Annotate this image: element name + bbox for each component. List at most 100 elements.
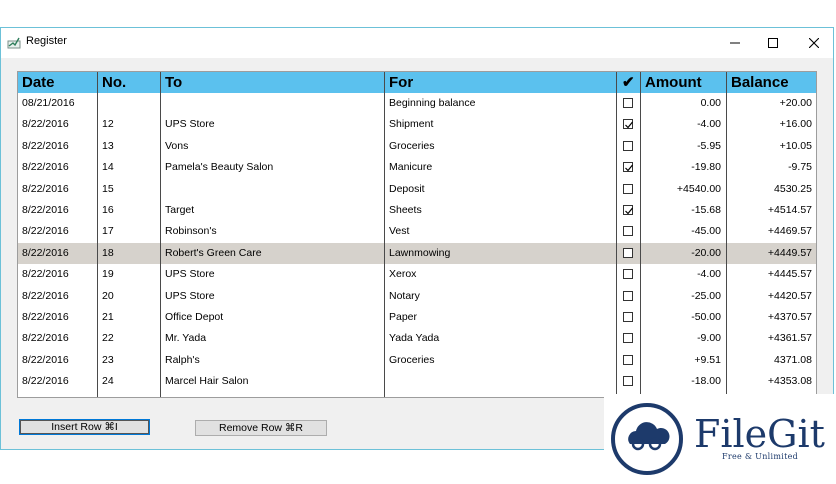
table-row[interactable]: 8/22/2016 22 Mr. Yada Yada Yada -9.00 +4361.5… (18, 328, 816, 349)
cleared-checkbox[interactable] (623, 98, 633, 108)
balance-cell[interactable]: -9.75 (727, 157, 816, 178)
table-row-selected[interactable]: 8/22/2016 18 Robert's Green Care Lawnmowing… (18, 242, 816, 265)
balance-cell[interactable]: +4514.57 (727, 200, 816, 221)
date-cell[interactable]: 8/22/2016 (18, 307, 98, 328)
minimize-button[interactable] (715, 28, 755, 58)
table-row[interactable]: 8/22/2016 23 Ralph's Groceries +9.51 4371.08 (18, 350, 816, 371)
balance-cell[interactable]: +4445.57 (727, 264, 816, 285)
date-cell[interactable]: 8/22/2016 (18, 243, 98, 264)
amount-cell[interactable]: 0.00 (641, 93, 727, 114)
date-cell[interactable]: 8/22/2016 (18, 286, 98, 307)
table-row[interactable]: 8/22/2016 16 Target Sheets -15.68 +4514.57 (18, 200, 816, 221)
memo-cell[interactable]: Yada Yada (385, 328, 617, 349)
payee-cell[interactable]: Marcel Hair Salon (161, 371, 385, 392)
number-cell[interactable]: 23 (98, 350, 161, 371)
amount-cell[interactable]: +4540.00 (641, 179, 727, 200)
date-cell[interactable]: 8/22/2016 (18, 157, 98, 178)
balance-cell[interactable]: +4370.57 (727, 307, 816, 328)
amount-cell[interactable]: -18.00 (641, 371, 727, 392)
number-cell[interactable]: 15 (98, 179, 161, 200)
memo-cell[interactable]: Vest (385, 221, 617, 242)
date-cell[interactable]: 8/22/2016 (18, 328, 98, 349)
remove-row-button[interactable]: Remove Row ⌘R (195, 420, 327, 436)
table-row[interactable]: 8/22/2016 13 Vons Groceries -5.95 +10.05 (18, 136, 816, 157)
date-cell[interactable]: 8/22/2016 (18, 221, 98, 242)
amount-cell[interactable]: -45.00 (641, 221, 727, 242)
cleared-checkbox[interactable] (623, 290, 633, 301)
date-cell[interactable]: 8/22/2016 (18, 200, 98, 221)
payee-cell[interactable]: UPS Store (161, 264, 385, 285)
balance-cell[interactable]: +4353.08 (727, 371, 816, 392)
amount-cell[interactable]: -4.00 (641, 114, 727, 135)
column-header-amount[interactable]: Amount (641, 72, 727, 93)
memo-cell[interactable]: Lawnmowing (385, 243, 617, 264)
cleared-checkbox[interactable] (623, 376, 633, 387)
cleared-checkbox[interactable] (623, 119, 633, 130)
payee-cell[interactable]: Vons (161, 136, 385, 157)
table-row[interactable]: 8/22/2016 17 Robinson's Vest -45.00 +4469.57 (18, 221, 816, 242)
memo-cell[interactable]: Xerox (385, 264, 617, 285)
table-row[interactable]: 8/22/2016 24 Marcel Hair Salon -18.00 +4353.… (18, 371, 816, 392)
insert-row-button[interactable]: Insert Row ⌘I (19, 419, 150, 435)
date-cell[interactable]: 8/22/2016 (18, 371, 98, 392)
cleared-checkbox[interactable] (623, 333, 633, 344)
column-header-for[interactable]: For (385, 72, 617, 93)
balance-cell[interactable]: +4361.57 (727, 328, 816, 349)
amount-cell[interactable]: -50.00 (641, 307, 727, 328)
memo-cell[interactable]: Manicure (385, 157, 617, 178)
payee-cell[interactable]: Robert's Green Care (161, 243, 385, 264)
register-table[interactable]: Date No. To For ✔ Amount Balance 08/21/2… (17, 71, 817, 398)
table-row[interactable]: 8/22/2016 15 Deposit +4540.00 4530.25 (18, 179, 816, 200)
date-cell[interactable]: 8/22/2016 (18, 264, 98, 285)
payee-cell[interactable]: Mr. Yada (161, 328, 385, 349)
amount-cell[interactable]: -4.00 (641, 264, 727, 285)
number-cell[interactable]: 20 (98, 286, 161, 307)
payee-cell[interactable]: Robinson's (161, 221, 385, 242)
table-row[interactable]: 8/22/2016 12 UPS Store Shipment -4.00 +16.00 (18, 114, 816, 135)
cleared-checkbox[interactable] (623, 140, 633, 151)
cleared-checkbox[interactable] (623, 247, 633, 258)
date-cell[interactable]: 8/22/2016 (18, 136, 98, 157)
number-cell[interactable]: 14 (98, 157, 161, 178)
memo-cell[interactable]: Groceries (385, 136, 617, 157)
cleared-checkbox[interactable] (623, 226, 633, 237)
number-cell[interactable]: 19 (98, 264, 161, 285)
number-cell[interactable]: 24 (98, 371, 161, 392)
column-header-cleared[interactable]: ✔ (617, 72, 641, 93)
balance-cell[interactable]: +16.00 (727, 114, 816, 135)
memo-cell[interactable]: Shipment (385, 114, 617, 135)
table-row[interactable]: 8/22/2016 14 Pamela's Beauty Salon Manicure… (18, 157, 816, 178)
cleared-checkbox[interactable] (623, 162, 633, 173)
amount-cell[interactable]: -25.00 (641, 286, 727, 307)
balance-cell[interactable]: +4469.57 (727, 221, 816, 242)
number-cell[interactable]: 12 (98, 114, 161, 135)
memo-cell[interactable] (385, 371, 617, 392)
payee-cell[interactable]: Ralph's (161, 350, 385, 371)
number-cell[interactable]: 21 (98, 307, 161, 328)
memo-cell[interactable]: Sheets (385, 200, 617, 221)
amount-cell[interactable]: -20.00 (641, 243, 727, 264)
close-button[interactable] (794, 28, 834, 58)
column-header-date[interactable]: Date (18, 72, 98, 93)
payee-cell[interactable]: Office Depot (161, 307, 385, 328)
table-row[interactable]: 8/22/2016 21 Office Depot Paper -50.00 +4370.… (18, 307, 816, 328)
amount-cell[interactable]: -19.80 (641, 157, 727, 178)
date-cell[interactable]: 08/21/2016 (18, 93, 98, 114)
number-cell[interactable]: 13 (98, 136, 161, 157)
column-header-no[interactable]: No. (98, 72, 161, 93)
cleared-checkbox[interactable] (623, 354, 633, 365)
payee-cell[interactable]: Pamela's Beauty Salon (161, 157, 385, 178)
table-row[interactable]: 8/22/2016 19 UPS Store Xerox -4.00 +4445.57 (18, 264, 816, 285)
table-row[interactable]: 8/22/2016 20 UPS Store Notary -25.00 +4420.57 (18, 286, 816, 307)
balance-cell[interactable]: +4449.57 (727, 243, 816, 264)
balance-cell[interactable]: +20.00 (727, 93, 816, 114)
maximize-button[interactable] (753, 28, 793, 58)
memo-cell[interactable]: Paper (385, 307, 617, 328)
cleared-checkbox[interactable] (623, 205, 633, 215)
amount-cell[interactable]: -9.00 (641, 328, 727, 349)
payee-cell[interactable]: UPS Store (161, 114, 385, 135)
memo-cell[interactable]: Deposit (385, 179, 617, 200)
payee-cell[interactable]: Target (161, 200, 385, 221)
amount-cell[interactable]: -15.68 (641, 200, 727, 221)
number-cell[interactable] (98, 93, 161, 114)
